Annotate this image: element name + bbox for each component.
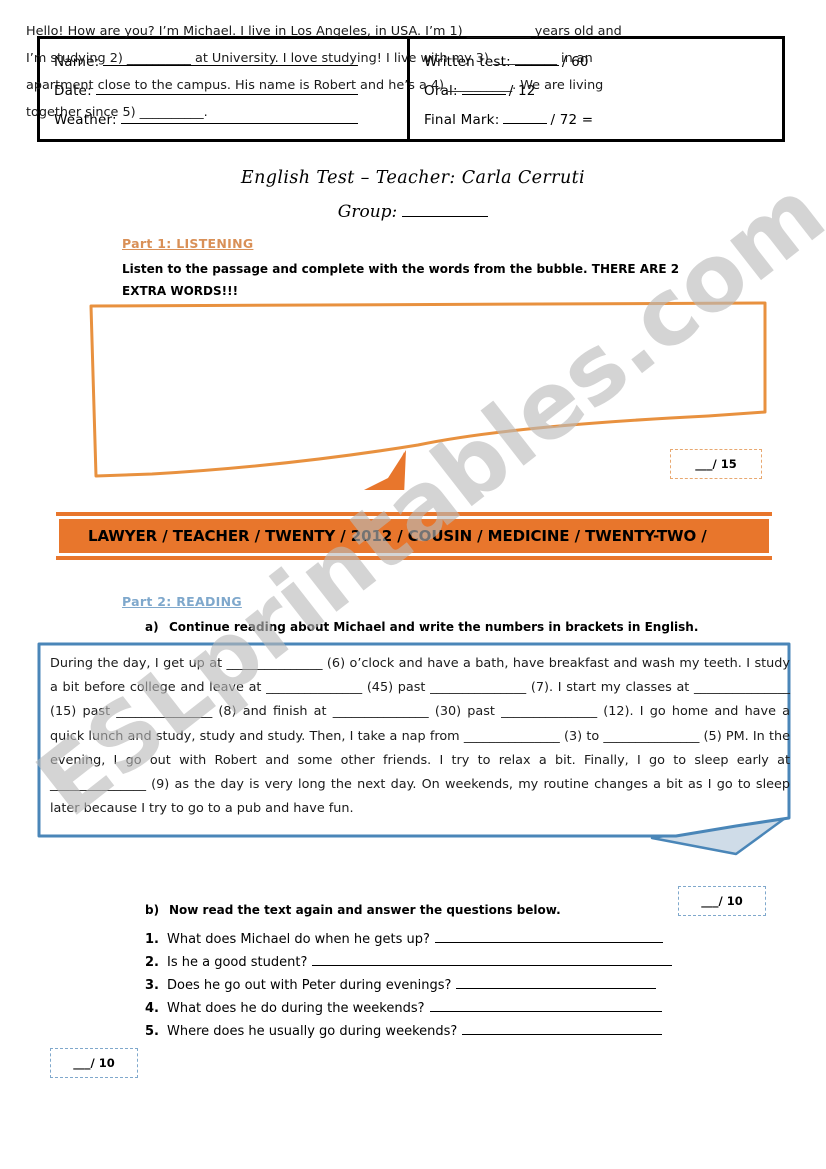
question-number: 3. [145,978,159,993]
answer-rule[interactable] [312,954,673,966]
question-number: 5. [145,1024,159,1039]
part-2a-letter: a) [145,620,159,634]
question-list: 1. What does Michael do when he gets up? … [145,928,765,1043]
answer-rule[interactable] [462,1023,663,1035]
part-2b-instruction: b) Now read the text again and answer the… [145,899,765,921]
word-bank-text: LAWYER / TEACHER / TWENTY / 2012 / COUSI… [88,527,707,545]
group-field-row[interactable]: Group: [0,202,826,222]
answer-rule[interactable] [456,977,657,989]
listening-passage-text: Hello! How are you? I’m Michael. I live … [26,24,622,120]
question-text: Does he go out with Peter during evening… [167,978,452,993]
part-2a-instruction: a) Continue reading about Michael and wri… [145,616,765,638]
question-number: 1. [145,932,159,947]
answer-rule[interactable] [429,1000,662,1012]
question-row[interactable]: 2. Is he a good student? [145,951,765,974]
word-bank-banner: LAWYER / TEACHER / TWENTY / 2012 / COUSI… [56,512,772,560]
part-2-heading: Part 2: READING [122,594,242,609]
question-text: Where does he usually go during weekends… [167,1024,458,1039]
question-row[interactable]: 3. Does he go out with Peter during eveni… [145,974,765,997]
group-label: Group: [337,202,398,222]
answer-rule[interactable] [434,931,663,943]
group-input-rule[interactable] [402,204,489,217]
part-1-heading: Part 1: LISTENING [122,236,254,251]
listening-bubble [88,300,768,490]
question-number: 4. [145,1001,159,1016]
title-block: English Test – Teacher: Carla Cerruti Gr… [0,168,826,222]
question-number: 2. [145,955,159,970]
question-row[interactable]: 1. What does Michael do when he gets up? [145,928,765,951]
part-1-instruction: Listen to the passage and complete with … [122,262,680,298]
part-2b-instruction-text: Now read the text again and answer the q… [169,903,561,917]
score-badge-listening: ___/ 15 [670,449,762,479]
score-badge-reading-a: ___/ 10 [678,886,766,916]
question-text: What does he do during the weekends? [167,1001,425,1016]
page-title: English Test – Teacher: Carla Cerruti [240,168,586,188]
score-badge-reading-b: ___/ 10 [50,1048,138,1078]
question-row[interactable]: 5. Where does he usually go during weeken… [145,1020,765,1043]
question-text: What does Michael do when he gets up? [167,932,430,947]
question-text: Is he a good student? [167,955,308,970]
question-row[interactable]: 4. What does he do during the weekends? [145,997,765,1020]
part-2b-letter: b) [145,903,160,917]
reading-passage-text: During the day, I get up at ____________… [50,656,790,817]
part-2a-instruction-text: Continue reading about Michael and write… [169,620,699,634]
